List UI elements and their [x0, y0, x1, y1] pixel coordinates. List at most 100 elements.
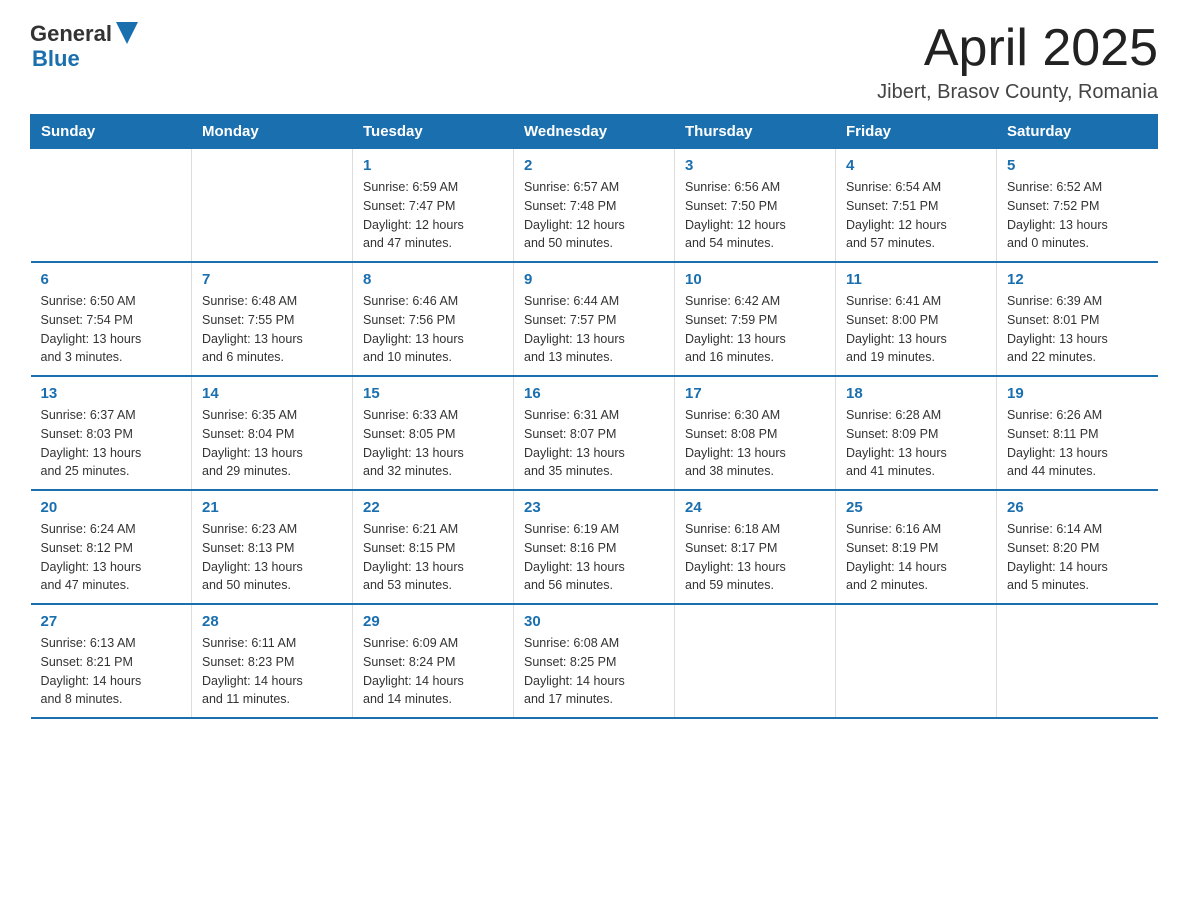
day-info: Sunrise: 6:54 AMSunset: 7:51 PMDaylight:… — [846, 178, 986, 253]
calendar-header-thursday: Thursday — [675, 115, 836, 149]
day-number: 28 — [202, 613, 342, 630]
day-info: Sunrise: 6:42 AMSunset: 7:59 PMDaylight:… — [685, 292, 825, 367]
day-info: Sunrise: 6:59 AMSunset: 7:47 PMDaylight:… — [363, 178, 503, 253]
calendar-header-monday: Monday — [192, 115, 353, 149]
day-number: 20 — [41, 499, 182, 516]
day-number: 14 — [202, 385, 342, 402]
calendar-week-row: 27 Sunrise: 6:13 AMSunset: 8:21 PMDayligh… — [31, 604, 1158, 718]
calendar-cell: 10Sunrise: 6:42 AMSunset: 7:59 PMDayligh… — [675, 262, 836, 376]
calendar-cell: 30Sunrise: 6:08 AMSunset: 8:25 PMDayligh… — [514, 604, 675, 718]
page-header: General Blue April 2025 Jibert, Brasov C… — [30, 20, 1158, 104]
calendar-cell: 2Sunrise: 6:57 AMSunset: 7:48 PMDaylight… — [514, 149, 675, 263]
day-number: 11 — [846, 271, 986, 288]
day-info: Sunrise: 6:57 AMSunset: 7:48 PMDaylight:… — [524, 178, 664, 253]
day-info: Sunrise: 6:35 AMSunset: 8:04 PMDaylight:… — [202, 406, 342, 481]
logo-triangle-icon — [116, 22, 138, 44]
calendar-week-row: 6Sunrise: 6:50 AMSunset: 7:54 PMDaylight… — [31, 262, 1158, 376]
day-number: 23 — [524, 499, 664, 516]
calendar-cell: 1 Sunrise: 6:59 AMSunset: 7:47 PMDaylight… — [353, 149, 514, 263]
calendar-cell: 19Sunrise: 6:26 AMSunset: 8:11 PMDayligh… — [997, 376, 1158, 490]
calendar-cell: 6Sunrise: 6:50 AMSunset: 7:54 PMDaylight… — [31, 262, 192, 376]
day-info: Sunrise: 6:39 AMSunset: 8:01 PMDaylight:… — [1007, 292, 1148, 367]
day-info: Sunrise: 6:56 AMSunset: 7:50 PMDaylight:… — [685, 178, 825, 253]
calendar-header-saturday: Saturday — [997, 115, 1158, 149]
day-number: 8 — [363, 271, 503, 288]
day-info: Sunrise: 6:14 AMSunset: 8:20 PMDaylight:… — [1007, 520, 1148, 595]
calendar-cell: 7 Sunrise: 6:48 AMSunset: 7:55 PMDaylight… — [192, 262, 353, 376]
day-info: Sunrise: 6:13 AMSunset: 8:21 PMDaylight:… — [41, 634, 182, 709]
day-info: Sunrise: 6:16 AMSunset: 8:19 PMDaylight:… — [846, 520, 986, 595]
day-number: 3 — [685, 157, 825, 174]
calendar-cell: 20Sunrise: 6:24 AMSunset: 8:12 PMDayligh… — [31, 490, 192, 604]
calendar-cell: 26 Sunrise: 6:14 AMSunset: 8:20 PMDayligh… — [997, 490, 1158, 604]
calendar-table: SundayMondayTuesdayWednesdayThursdayFrid… — [30, 114, 1158, 719]
day-number: 30 — [524, 613, 664, 630]
calendar-cell — [997, 604, 1158, 718]
calendar-cell: 25 Sunrise: 6:16 AMSunset: 8:19 PMDayligh… — [836, 490, 997, 604]
day-number: 27 — [41, 613, 182, 630]
day-number: 12 — [1007, 271, 1148, 288]
calendar-cell: 27 Sunrise: 6:13 AMSunset: 8:21 PMDayligh… — [31, 604, 192, 718]
day-info: Sunrise: 6:52 AMSunset: 7:52 PMDaylight:… — [1007, 178, 1148, 253]
calendar-cell — [836, 604, 997, 718]
calendar-cell: 13 Sunrise: 6:37 AMSunset: 8:03 PMDayligh… — [31, 376, 192, 490]
day-number: 18 — [846, 385, 986, 402]
day-info: Sunrise: 6:48 AMSunset: 7:55 PMDaylight:… — [202, 292, 342, 367]
day-info: Sunrise: 6:30 AMSunset: 8:08 PMDaylight:… — [685, 406, 825, 481]
day-info: Sunrise: 6:28 AMSunset: 8:09 PMDaylight:… — [846, 406, 986, 481]
day-number: 24 — [685, 499, 825, 516]
calendar-header-tuesday: Tuesday — [353, 115, 514, 149]
logo: General Blue — [30, 20, 138, 71]
logo-blue: Blue — [32, 47, 80, 71]
day-number: 1 — [363, 157, 503, 174]
day-info: Sunrise: 6:26 AMSunset: 8:11 PMDaylight:… — [1007, 406, 1148, 481]
day-info: Sunrise: 6:19 AMSunset: 8:16 PMDaylight:… — [524, 520, 664, 595]
calendar-header-row: SundayMondayTuesdayWednesdayThursdayFrid… — [31, 115, 1158, 149]
day-number: 7 — [202, 271, 342, 288]
day-number: 9 — [524, 271, 664, 288]
day-number: 4 — [846, 157, 986, 174]
day-number: 21 — [202, 499, 342, 516]
day-info: Sunrise: 6:18 AMSunset: 8:17 PMDaylight:… — [685, 520, 825, 595]
calendar-week-row: 20Sunrise: 6:24 AMSunset: 8:12 PMDayligh… — [31, 490, 1158, 604]
calendar-cell — [192, 149, 353, 263]
calendar-cell: 28 Sunrise: 6:11 AMSunset: 8:23 PMDayligh… — [192, 604, 353, 718]
day-info: Sunrise: 6:31 AMSunset: 8:07 PMDaylight:… — [524, 406, 664, 481]
day-number: 29 — [363, 613, 503, 630]
calendar-cell: 14 Sunrise: 6:35 AMSunset: 8:04 PMDayligh… — [192, 376, 353, 490]
calendar-cell: 4 Sunrise: 6:54 AMSunset: 7:51 PMDaylight… — [836, 149, 997, 263]
calendar-cell: 22 Sunrise: 6:21 AMSunset: 8:15 PMDayligh… — [353, 490, 514, 604]
calendar-header-sunday: Sunday — [31, 115, 192, 149]
calendar-cell: 24 Sunrise: 6:18 AMSunset: 8:17 PMDayligh… — [675, 490, 836, 604]
calendar-week-row: 1 Sunrise: 6:59 AMSunset: 7:47 PMDaylight… — [31, 149, 1158, 263]
calendar-week-row: 13 Sunrise: 6:37 AMSunset: 8:03 PMDayligh… — [31, 376, 1158, 490]
calendar-cell — [675, 604, 836, 718]
calendar-cell: 8 Sunrise: 6:46 AMSunset: 7:56 PMDaylight… — [353, 262, 514, 376]
logo-general: General — [30, 22, 112, 46]
day-number: 22 — [363, 499, 503, 516]
day-info: Sunrise: 6:33 AMSunset: 8:05 PMDaylight:… — [363, 406, 503, 481]
day-number: 6 — [41, 271, 182, 288]
calendar-cell: 29Sunrise: 6:09 AMSunset: 8:24 PMDayligh… — [353, 604, 514, 718]
day-number: 15 — [363, 385, 503, 402]
day-number: 26 — [1007, 499, 1148, 516]
day-number: 17 — [685, 385, 825, 402]
calendar-cell: 16 Sunrise: 6:31 AMSunset: 8:07 PMDayligh… — [514, 376, 675, 490]
day-info: Sunrise: 6:21 AMSunset: 8:15 PMDaylight:… — [363, 520, 503, 595]
calendar-cell: 3 Sunrise: 6:56 AMSunset: 7:50 PMDaylight… — [675, 149, 836, 263]
page-subtitle: Jibert, Brasov County, Romania — [877, 81, 1158, 104]
calendar-cell: 21Sunrise: 6:23 AMSunset: 8:13 PMDayligh… — [192, 490, 353, 604]
day-number: 25 — [846, 499, 986, 516]
calendar-cell: 11 Sunrise: 6:41 AMSunset: 8:00 PMDayligh… — [836, 262, 997, 376]
calendar-cell: 17 Sunrise: 6:30 AMSunset: 8:08 PMDayligh… — [675, 376, 836, 490]
day-info: Sunrise: 6:11 AMSunset: 8:23 PMDaylight:… — [202, 634, 342, 709]
calendar-cell: 18 Sunrise: 6:28 AMSunset: 8:09 PMDayligh… — [836, 376, 997, 490]
calendar-cell — [31, 149, 192, 263]
day-info: Sunrise: 6:37 AMSunset: 8:03 PMDaylight:… — [41, 406, 182, 481]
day-info: Sunrise: 6:41 AMSunset: 8:00 PMDaylight:… — [846, 292, 986, 367]
day-info: Sunrise: 6:46 AMSunset: 7:56 PMDaylight:… — [363, 292, 503, 367]
day-number: 13 — [41, 385, 182, 402]
day-number: 16 — [524, 385, 664, 402]
day-info: Sunrise: 6:44 AMSunset: 7:57 PMDaylight:… — [524, 292, 664, 367]
day-number: 5 — [1007, 157, 1148, 174]
